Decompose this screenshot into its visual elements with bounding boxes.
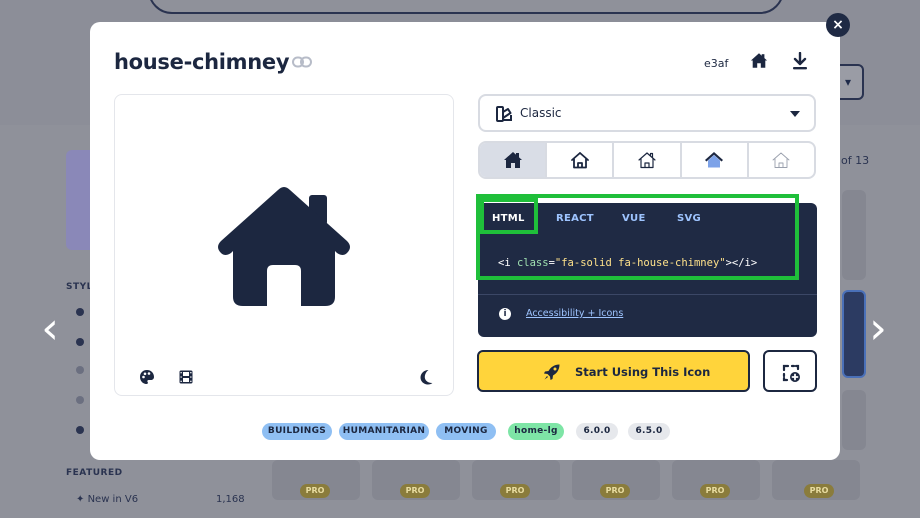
- chevron-down-icon: [790, 111, 800, 117]
- tag-moving[interactable]: MOVING: [436, 423, 496, 440]
- previous-icon-arrow[interactable]: ‹: [34, 300, 66, 358]
- code-divider: [478, 294, 817, 295]
- style-duotone-button[interactable]: [682, 143, 749, 177]
- pro-badge: PRO: [804, 484, 834, 498]
- code-tabs: HTML REACT VUE SVG: [478, 203, 817, 235]
- tag-buildings[interactable]: BUILDINGS: [262, 423, 332, 440]
- tag-alias-home-lg[interactable]: home-lg: [508, 423, 564, 440]
- code-snippet[interactable]: <i class="fa-solid fa-house-chimney"></i…: [498, 257, 757, 269]
- pro-badge: PRO: [700, 484, 730, 498]
- new-in-v6-link: ✦ New in V6: [76, 494, 139, 505]
- link-icon[interactable]: [292, 56, 312, 68]
- style-filter-light-icon: [76, 366, 84, 374]
- icon-preview-panel: [114, 94, 454, 396]
- style-filter-solid-icon: [76, 308, 84, 316]
- pro-badge: PRO: [500, 484, 530, 498]
- pro-badge: PRO: [600, 484, 630, 498]
- tag-version-added: 6.0.0: [576, 423, 618, 440]
- style-solid-button[interactable]: [480, 143, 548, 177]
- icon-tile: [842, 190, 866, 280]
- house-regular-icon: [570, 152, 589, 169]
- add-to-kit-button[interactable]: [763, 350, 817, 392]
- info-icon: i: [499, 308, 511, 320]
- tag-humanitarian[interactable]: HUMANITARIAN: [339, 423, 429, 440]
- icon-title: house-chimney: [114, 50, 290, 74]
- add-to-kit-icon: [782, 364, 800, 382]
- search-bar-backdrop: [148, 0, 784, 14]
- new-in-v6-label: New in V6: [87, 494, 139, 505]
- code-close-tag: ></i>: [725, 257, 758, 269]
- pro-badge: PRO: [400, 484, 430, 498]
- tab-vue[interactable]: VUE: [622, 213, 646, 224]
- house-chimney-icon: [218, 187, 350, 306]
- house-icon[interactable]: [750, 52, 768, 69]
- pro-badge: PRO: [300, 484, 330, 498]
- tab-svg[interactable]: SVG: [677, 213, 701, 224]
- results-count: of 13: [841, 154, 870, 167]
- tab-html[interactable]: HTML: [492, 213, 525, 224]
- start-using-icon-button[interactable]: Start Using This Icon: [477, 350, 750, 392]
- sidebar-styles-label: STYL: [66, 282, 93, 292]
- house-thin-icon: [772, 152, 790, 168]
- house-light-icon: [638, 152, 656, 169]
- close-modal-button[interactable]: ×: [826, 13, 850, 37]
- code-snippet-panel: HTML REACT VUE SVG <i class="fa-solid fa…: [478, 203, 817, 337]
- icon-detail-modal: house-chimney e3af Classic HTML REACT VU…: [90, 22, 840, 460]
- style-light-button[interactable]: [614, 143, 682, 177]
- new-in-v6-count: 1,168: [216, 494, 245, 505]
- unicode-value[interactable]: e3af: [704, 57, 728, 70]
- style-thin-button[interactable]: [749, 143, 814, 177]
- style-filter-regular-icon: [76, 338, 84, 346]
- palette-icon[interactable]: [139, 369, 155, 385]
- style-family-select[interactable]: Classic: [478, 94, 816, 132]
- moon-icon[interactable]: [419, 369, 433, 385]
- code-attribute: class: [516, 257, 549, 269]
- style-family-label: Classic: [520, 106, 562, 120]
- film-icon[interactable]: [179, 370, 193, 384]
- tab-react[interactable]: REACT: [556, 213, 594, 224]
- house-solid-icon: [503, 152, 522, 168]
- style-filter-thin-icon: [76, 396, 84, 404]
- icon-style-switcher: [478, 141, 816, 179]
- accessibility-link[interactable]: Accessibility + Icons: [526, 308, 623, 319]
- tag-version-updated: 6.5.0: [628, 423, 670, 440]
- code-open-tag: <i: [498, 257, 517, 269]
- icon-tile: [842, 390, 866, 450]
- rocket-icon: [544, 364, 560, 380]
- style-regular-button[interactable]: [547, 143, 615, 177]
- code-class-value: "fa-solid fa-house-chimney": [554, 257, 726, 269]
- next-icon-arrow[interactable]: ›: [862, 300, 894, 358]
- featured-label: FEATURED: [66, 468, 123, 478]
- download-icon[interactable]: [792, 52, 808, 70]
- style-filter-duotone-icon: [76, 426, 84, 434]
- start-button-label: Start Using This Icon: [575, 365, 711, 379]
- classic-style-icon: [496, 106, 512, 122]
- house-duotone-icon: [705, 152, 724, 168]
